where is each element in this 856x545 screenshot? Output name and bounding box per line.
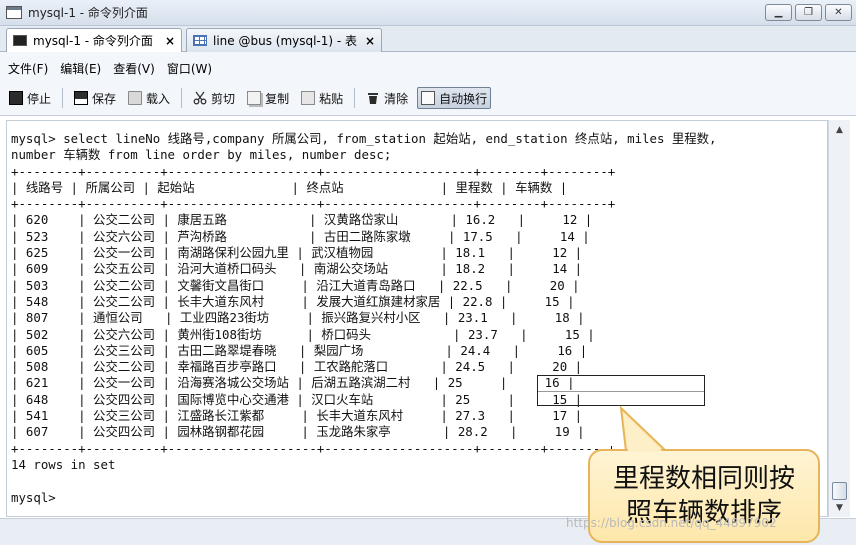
toolbar-divider [354, 88, 356, 108]
console-line: +--------+----------+-------------------… [11, 163, 616, 179]
window-titlebar: mysql-1 - 命令列介面 ▁ ❐ ✕ [0, 0, 856, 26]
cut-button[interactable]: 剪切 [190, 87, 238, 109]
console-line: | 605 | 公交三公司 | 古田二路翠堤春晓 | 梨园广场 | 24.4 |… [11, 342, 588, 358]
toolbar-divider [181, 88, 183, 108]
toolbar-divider [62, 88, 64, 108]
menu-view[interactable]: 查看(V) [113, 60, 155, 77]
scroll-up-icon[interactable]: ▲ [832, 122, 847, 137]
save-icon [74, 91, 89, 105]
stop-label: 停止 [27, 91, 52, 106]
scroll-down-icon[interactable]: ▼ [832, 500, 847, 515]
tab-console[interactable]: mysql-1 - 命令列介面 × [6, 28, 182, 52]
console-line: | 502 | 公交六公司 | 黄州街108街坊 | 桥口码头 | 23.7 |… [11, 326, 595, 342]
terminal-icon [6, 6, 22, 19]
save-label: 保存 [92, 91, 117, 106]
folder-icon [128, 91, 143, 105]
console-line: mysql> select lineNo 线路号,company 所属公司, f… [11, 131, 717, 146]
tab-console-label: mysql-1 - 命令列介面 [33, 34, 153, 48]
console-line: | 620 | 公交二公司 | 康居五路 | 汉黄路岱家山 | 16.2 | 1… [11, 212, 593, 228]
console-line: | 609 | 公交五公司 | 沿河大道桥口码头 | 南湖公交场站 | 18.2… [11, 261, 583, 277]
close-window-button[interactable]: ✕ [825, 4, 852, 21]
clipboard-icon [301, 91, 316, 105]
save-button[interactable]: 保存 [71, 87, 119, 109]
window-title: mysql-1 - 命令列介面 [28, 6, 148, 20]
console-line: | 503 | 公交二公司 | 文馨街文昌街口 | 沿江大道青岛路口 | 22.… [11, 277, 580, 293]
tab-console-close-icon[interactable]: × [165, 34, 175, 48]
scissors-icon [193, 91, 207, 105]
copy-icon [247, 91, 262, 105]
console-line: | 607 | 公交四公司 | 园林路钢都花园 | 玉龙路朱家亭 | 28.2 … [11, 424, 585, 440]
console-line: | 625 | 公交一公司 | 南湖路保利公园九里 | 武汉植物园 | 18.1… [11, 245, 583, 261]
console-line: +--------+----------+-------------------… [11, 196, 616, 212]
cut-label: 剪切 [211, 91, 236, 106]
scroll-thumb[interactable] [832, 482, 847, 500]
tab-table-label: line @bus (mysql-1) - 表 [213, 34, 358, 48]
console-line: | 807 | 通恒公司 | 工业四路23街坊 | 振兴路复兴村小区 | 23.… [11, 310, 585, 326]
menu-edit[interactable]: 编辑(E) [60, 60, 101, 77]
restore-button[interactable]: ❐ [795, 4, 822, 21]
table-icon [193, 35, 207, 46]
wrap-icon [421, 91, 436, 105]
load-label: 载入 [146, 91, 171, 106]
paste-label: 粘贴 [319, 91, 344, 106]
console-line: | 548 | 公交二公司 | 长丰大道东风村 | 发展大道红旗建材家居 | 2… [11, 293, 575, 309]
callout-line-1: 里程数相同则按 [612, 464, 795, 494]
load-button[interactable]: 载入 [125, 87, 173, 109]
trash-icon [366, 91, 380, 105]
watermark: https://blog.csdn.net/qq_44897902 [566, 516, 777, 530]
clear-label: 清除 [384, 91, 409, 106]
highlight-box [537, 375, 705, 406]
copy-button[interactable]: 复制 [244, 87, 292, 109]
menubar: 文件(F) 编辑(E) 查看(V) 窗口(W) [8, 60, 212, 77]
paste-button[interactable]: 粘贴 [298, 87, 346, 109]
console-icon [13, 35, 27, 46]
minimize-button[interactable]: ▁ [765, 4, 792, 21]
tab-table[interactable]: line @bus (mysql-1) - 表 × [186, 28, 382, 52]
console-line: | 线路号 | 所属公司 | 起始站 | 终点站 | 里程数 | 车辆数 | [11, 179, 568, 195]
console-line: | 508 | 公交二公司 | 幸福路百步亭路口 | 工农路舵落口 | 24.5… [11, 359, 583, 375]
console-line: | 523 | 公交六公司 | 芦沟桥路 | 古田二路陈家墩 | 17.5 | … [11, 228, 590, 244]
menu-window[interactable]: 窗口(W) [167, 60, 212, 77]
wrap-label: 自动换行 [439, 91, 488, 106]
window-controls: ▁ ❐ ✕ [765, 4, 852, 21]
console-line: | 541 | 公交三公司 | 江盛路长江紫都 | 长丰大道东风村 | 27.3… [11, 408, 583, 424]
command-panel: 文件(F) 编辑(E) 查看(V) 窗口(W) 停止 保存 载入 剪切 复制 粘… [0, 52, 856, 116]
word-wrap-toggle[interactable]: 自动换行 [417, 87, 492, 109]
copy-label: 复制 [265, 91, 290, 106]
stop-button[interactable]: 停止 [6, 87, 54, 109]
vertical-scrollbar[interactable]: ▲ ▼ [828, 120, 850, 517]
tab-strip: mysql-1 - 命令列介面 × line @bus (mysql-1) - … [0, 26, 856, 52]
console-line: number 车辆数 from line order by miles, num… [11, 147, 392, 163]
stop-icon [9, 91, 23, 105]
menu-file[interactable]: 文件(F) [8, 60, 48, 77]
clear-button[interactable]: 清除 [363, 87, 411, 109]
tab-table-close-icon[interactable]: × [365, 34, 375, 48]
toolbar: 停止 保存 载入 剪切 复制 粘贴 清除 自动换行 [6, 86, 492, 110]
